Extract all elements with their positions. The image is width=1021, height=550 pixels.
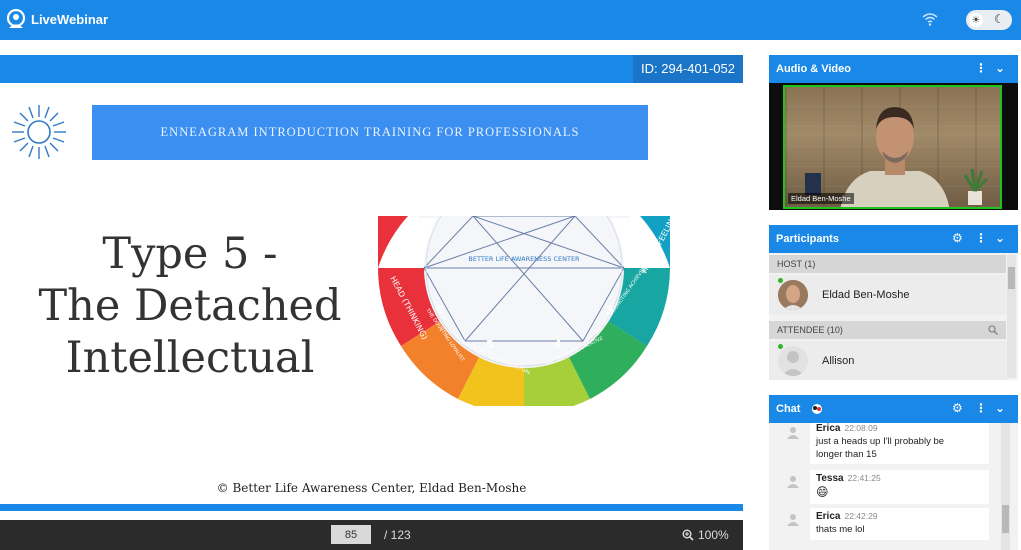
video-panel: Eldad Ben-Moshe (769, 83, 1018, 210)
chat-header: Chat ⚙ ⋮ ⌄ (769, 395, 1018, 423)
wheel-segment-2-number: 2 (626, 246, 634, 259)
enneagram-wheel: BETTER LIFE AWARENESS CENTER 7 6 5 4 3 2… (378, 216, 670, 406)
speaker-figure (840, 107, 950, 207)
slide-title-line-3: Intellectual (65, 333, 315, 383)
wheel-segment-6-number: 6 (436, 304, 444, 317)
presentation-header: ID: 294-401-052 (0, 55, 743, 83)
app-logo[interactable]: LiveWebinar (5, 9, 108, 29)
speaker-video[interactable]: Eldad Ben-Moshe (783, 85, 1002, 209)
scrollbar-thumb[interactable] (1002, 505, 1009, 533)
chat-author: Erica (816, 511, 841, 522)
audio-video-header: Audio & Video ⋮ ⌄ (769, 55, 1018, 83)
participants-panel: HOST (1) Eldad Ben-Moshe ATTENDEE (10) A… (769, 253, 1018, 380)
chat-text: longer than 15 (816, 449, 877, 460)
zoom-in-icon (682, 529, 694, 541)
slide-bottom-bar (0, 504, 743, 511)
more-options-icon[interactable]: ⋮ (975, 231, 987, 245)
chat-message: Erica 22:42:29 thats me lol (810, 508, 989, 540)
attendee-section-label: ATTENDEE (10) (769, 321, 1006, 339)
theme-toggle[interactable]: ☀ ☾ (966, 10, 1012, 30)
participants-scrollbar[interactable] (1007, 255, 1016, 378)
slide-title: Type 5 - The Detached Intellectual (20, 228, 360, 384)
moon-icon: ☾ (994, 12, 1005, 26)
meeting-id: ID: 294-401-052 (633, 55, 743, 83)
chevron-down-icon[interactable]: ⌄ (995, 401, 1005, 415)
slide-copyright: © Better Life Awareness Center, Eldad Be… (216, 481, 527, 495)
chat-time: 22:08:09 (844, 423, 878, 433)
wheel-segment-7-number: 7 (416, 246, 424, 259)
chat-text: just a heads up I'll probably be (816, 436, 945, 447)
chat-panel: Erica 22:08:09 just a heads up I'll proba… (769, 423, 1018, 550)
app-root: LiveWebinar ☀ ☾ ID: 294-401-052 ENNEAGRA… (0, 0, 1021, 550)
search-icon[interactable] (988, 325, 998, 335)
avatar (778, 280, 808, 310)
chevron-down-icon[interactable]: ⌄ (995, 61, 1005, 75)
plant-decoration (963, 168, 989, 205)
slide-banner: ENNEAGRAM INTRODUCTION TRAINING FOR PROF… (92, 105, 648, 160)
attendee-section-text: ATTENDEE (10) (777, 325, 843, 335)
chat-avatar-icon (787, 427, 799, 439)
book-decoration (805, 173, 821, 195)
participant-name: Allison (822, 355, 855, 367)
participant-host[interactable]: Eldad Ben-Moshe (769, 275, 1006, 315)
chat-time: 22:41:25 (847, 473, 881, 483)
wifi-icon (922, 13, 938, 26)
participants-header: Participants ⚙ ⋮ ⌄ (769, 225, 1018, 253)
participant-name: Eldad Ben-Moshe (822, 289, 910, 301)
host-section-label: HOST (1) (769, 255, 1006, 273)
chat-message: Erica 22:08:09 just a heads up I'll proba… (810, 423, 989, 464)
wheel-segment-5-number: 5 (486, 338, 494, 351)
chevron-down-icon[interactable]: ⌄ (995, 231, 1005, 245)
online-indicator (778, 278, 783, 283)
chat-message: Tessa 22:41:25 😄 (810, 470, 989, 504)
chat-author: Erica (816, 423, 841, 434)
chat-avatar-icon (787, 476, 799, 488)
slide-title-line-1: Type 5 - (102, 229, 278, 279)
chat-avatar-icon (787, 514, 799, 526)
wheel-segment-7-text: THE HEDONISTIC VISIONARY (404, 216, 423, 267)
chat-author: Tessa (816, 473, 844, 484)
zoom-level: 100% (698, 528, 729, 542)
zoom-control[interactable]: 100% (682, 528, 729, 542)
chat-emoji: 😄 (816, 485, 829, 499)
participant-attendee[interactable]: Allison (769, 341, 1006, 380)
top-bar: LiveWebinar ☀ ☾ (0, 0, 1021, 40)
page-total: / 123 (384, 528, 411, 542)
livewebinar-logo-icon (6, 9, 26, 28)
online-indicator (778, 344, 783, 349)
app-name: LiveWebinar (31, 11, 109, 27)
sun-icon: ☀ (969, 13, 983, 27)
more-options-icon[interactable]: ⋮ (975, 401, 987, 415)
presentation-footer: / 123 100% (0, 520, 743, 550)
presentation-slide: ENNEAGRAM INTRODUCTION TRAINING FOR PROF… (0, 83, 743, 520)
chat-title: Chat (776, 403, 801, 415)
page-number-input[interactable] (331, 525, 371, 544)
gear-icon[interactable]: ⚙ (952, 231, 963, 245)
sun-logo-icon (12, 105, 66, 159)
chat-time: 22:42:29 (844, 511, 878, 521)
chat-scrollbar[interactable] (1001, 423, 1010, 550)
slide-title-line-2: The Detached (38, 281, 342, 331)
audio-video-title: Audio & Video (776, 63, 851, 75)
chat-text: thats me lol (816, 524, 865, 535)
participants-title: Participants (776, 233, 839, 245)
wheel-segment-4-number: 4 (554, 338, 562, 351)
speaker-name-tag: Eldad Ben-Moshe (788, 193, 854, 204)
chat-notification-icon (812, 404, 822, 414)
scrollbar-thumb[interactable] (1008, 267, 1015, 289)
avatar (778, 346, 808, 376)
more-options-icon[interactable]: ⋮ (975, 61, 987, 75)
gear-icon[interactable]: ⚙ (952, 401, 963, 415)
wheel-center-label: BETTER LIFE AWARENESS CENTER (468, 255, 580, 263)
